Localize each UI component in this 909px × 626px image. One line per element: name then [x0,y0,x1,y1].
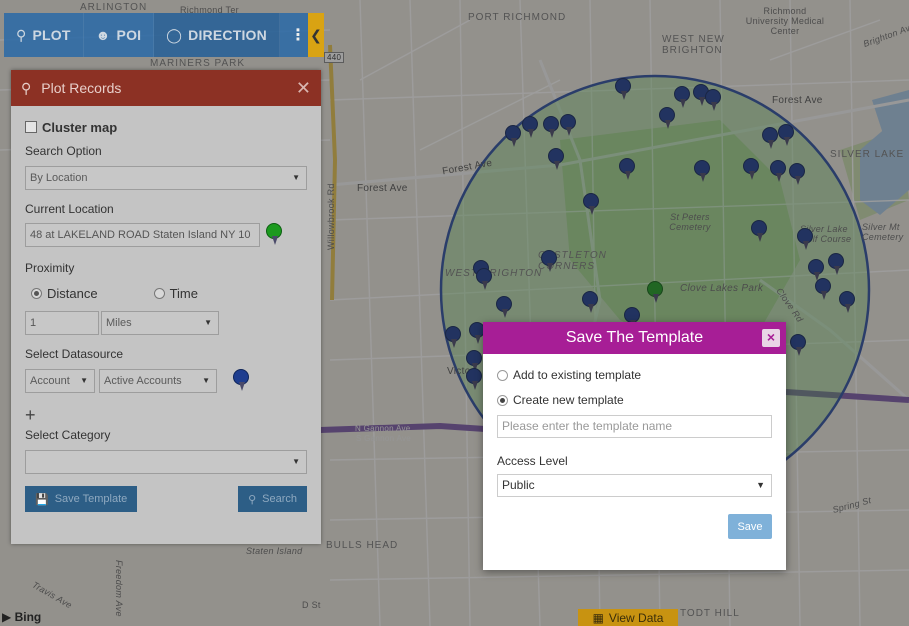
bing-logo: ▶ Bing [2,610,41,624]
distance-label: Distance [47,285,98,301]
proximity-value-input[interactable]: 1 [25,311,99,335]
chevron-left-icon: ❮ [310,26,322,43]
search-option-select[interactable]: By Location ▼ [25,166,307,190]
plot-label: PLOT [32,27,71,43]
distance-radio[interactable] [31,287,42,299]
category-label: Select Category [25,428,111,442]
route-icon: ◯ [166,26,183,43]
view-data-button[interactable]: ▦ View Data [578,609,678,626]
caret-down-icon: ▼ [292,173,300,182]
save-button[interactable]: Save [728,514,772,539]
pin-icon: ⚲ [16,26,27,43]
datasource-label: Select Datasource [25,347,124,361]
poi-icon: ☻ [95,27,111,43]
close-icon[interactable]: × [762,329,780,347]
unit-select[interactable]: Miles ▼ [101,311,219,335]
cluster-map-option[interactable]: Cluster map [25,118,307,136]
search-label: Search [262,493,297,505]
modal-header: Save The Template × [483,322,786,354]
panel-header: ⚲ Plot Records ✕ [11,70,321,106]
bing-arrow-icon: ▶ [2,610,12,624]
view-select[interactable]: Active Accounts ▼ [99,369,217,393]
pin-icon: ⚲ [21,79,32,96]
modal-title: Save The Template [565,329,704,346]
datasource-pin-icon[interactable] [233,369,249,393]
create-new-option[interactable]: Create new template [497,391,772,409]
search-icon: ⚲ [248,493,257,506]
view-value: Active Accounts [104,375,182,387]
current-location-label: Current Location [25,202,114,216]
current-location-input[interactable]: 48 at LAKELAND ROAD Staten Island NY 10 [25,223,260,247]
access-level-value: Public [502,478,535,492]
entity-value: Account [30,375,70,387]
floppy-disk-icon: 💾 [35,493,49,506]
plot-button[interactable]: ⚲ PLOT [4,13,84,57]
save-template-label: Save Template [54,493,128,505]
save-template-modal: Save The Template × Add to existing temp… [483,322,786,570]
search-option-value: By Location [30,172,88,184]
save-template-button[interactable]: 💾 Save Template [25,486,138,512]
caret-down-icon: ▼ [292,457,300,466]
locate-icon[interactable] [266,223,282,247]
search-button[interactable]: ⚲ Search [238,486,307,512]
add-existing-option[interactable]: Add to existing template [497,366,772,384]
direction-label: DIRECTION [188,27,267,43]
poi-label: POI [116,27,142,43]
plot-records-panel: ⚲ Plot Records ✕ Cluster map Search Opti… [11,70,321,544]
create-new-label: Create new template [513,393,624,407]
cluster-map-checkbox[interactable] [25,121,37,133]
search-option-label: Search Option [25,144,102,158]
bing-label: Bing [14,610,42,624]
caret-down-icon: ▼ [204,318,212,327]
entity-select[interactable]: Account ▼ [25,369,95,393]
caret-down-icon: ▼ [202,376,210,385]
proximity-label: Proximity [25,261,75,275]
time-radio[interactable] [153,287,165,299]
table-icon: ▦ [592,610,604,625]
panel-title: Plot Records [41,80,122,96]
caret-down-icon: ▼ [80,376,88,385]
unit-value: Miles [106,317,132,329]
time-label: Time [169,285,198,301]
access-level-select[interactable]: Public ▼ [497,474,772,497]
blue-pin-icon [233,369,249,391]
top-toolbar: ⚲ PLOT ☻ POI ◯ DIRECTION ⋮ [4,13,324,57]
caret-down-icon: ▼ [756,480,765,490]
add-existing-label: Add to existing template [513,368,642,382]
direction-button[interactable]: ◯ DIRECTION [154,13,280,57]
green-pin-icon [266,223,282,245]
cluster-map-label: Cluster map [42,119,118,135]
create-new-radio[interactable] [497,394,508,406]
view-data-label: View Data [608,610,664,625]
add-existing-radio[interactable] [497,369,508,381]
close-icon[interactable]: ✕ [296,78,311,99]
access-level-label: Access Level [497,454,568,468]
collapse-toolbar-button[interactable]: ❮ [308,13,324,57]
poi-button[interactable]: ☻ POI [84,13,155,57]
template-name-input[interactable]: Please enter the template name [497,415,772,438]
add-datasource-icon[interactable]: + [25,405,307,426]
category-select[interactable]: ▼ [25,450,307,474]
